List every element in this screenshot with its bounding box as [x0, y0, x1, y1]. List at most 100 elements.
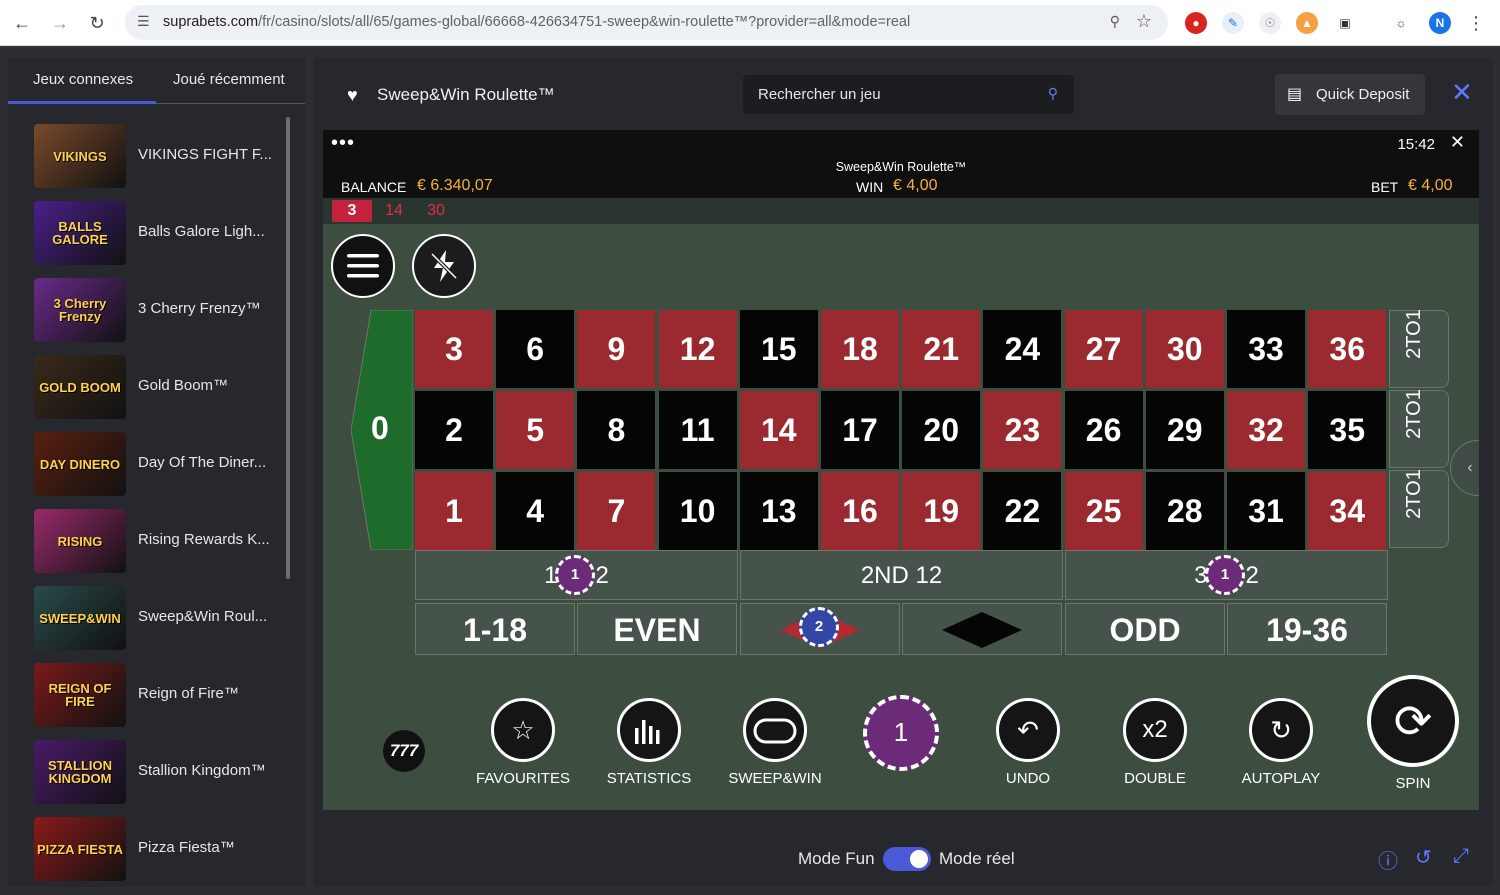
number-cell[interactable]: 8 [577, 391, 656, 469]
history-result: 14 [385, 202, 403, 219]
info-icon[interactable]: ⓘ [1378, 845, 1398, 874]
number-cell[interactable]: 14 [739, 391, 818, 469]
address-bar[interactable]: ☰ suprabets.com/fr/casino/slots/all/65/g… [125, 5, 1168, 40]
extension-shield-icon[interactable]: ☉ [1259, 12, 1281, 34]
game-list-item[interactable]: BALLS GALORE Balls Galore Ligh... [34, 201, 284, 265]
related-games-sidebar: Jeux connexes Joué récemment VIKINGS VIKI… [8, 57, 305, 887]
spin-button[interactable]: ⟳ SPIN [1353, 675, 1473, 792]
extension-fox-icon[interactable]: ▲ [1296, 12, 1318, 34]
sweep-win-button[interactable]: SWEEP&WIN [715, 698, 835, 798]
number-cell[interactable]: 31 [1227, 472, 1305, 550]
game-close-icon[interactable]: ✕ [1450, 132, 1465, 153]
game-list-item[interactable]: VIKINGS VIKINGS FIGHT F... [34, 124, 284, 188]
number-cell[interactable]: 30 [1145, 310, 1224, 388]
extension-translate-icon[interactable]: ✎ [1222, 12, 1244, 34]
chip-on-dozen-1[interactable]: 1 [555, 555, 595, 595]
number-cell[interactable]: 15 [739, 310, 818, 388]
number-cell[interactable]: 29 [1145, 391, 1224, 469]
column-bet-bottom[interactable]: 2TO1 [1389, 469, 1449, 548]
autoplay-button[interactable]: ↻ AUTOPLAY [1221, 698, 1341, 798]
quick-deposit-button[interactable]: ▤ Quick Deposit [1275, 74, 1425, 115]
bet-black[interactable] [902, 603, 1062, 655]
chip-on-red[interactable]: 2 [799, 607, 839, 647]
number-cell[interactable]: 34 [1308, 472, 1387, 550]
rotate-icon[interactable]: ↺ [1415, 845, 1432, 870]
game-list-item[interactable]: STALLION KINGDOM Stallion Kingdom™ [34, 740, 284, 804]
number-cell[interactable]: 6 [496, 310, 575, 388]
number-cell[interactable]: 17 [821, 391, 899, 469]
chip-on-dozen-3[interactable]: 1 [1205, 555, 1245, 595]
number-cell[interactable]: 11 [658, 391, 737, 469]
fullscreen-icon[interactable]: ⤢ [1453, 845, 1469, 868]
mode-fun-label[interactable]: Mode Fun [798, 849, 875, 869]
undo-button[interactable]: ↶ UNDO [968, 698, 1088, 798]
number-cell[interactable]: 1 [415, 472, 493, 550]
favourite-heart-icon[interactable]: ♥ [347, 85, 358, 106]
number-cell[interactable]: 24 [983, 310, 1062, 388]
close-game-icon[interactable]: ✕ [1451, 79, 1473, 105]
number-cell[interactable]: 27 [1064, 310, 1143, 388]
number-cell[interactable]: 21 [902, 310, 981, 388]
extension-red-icon[interactable]: ● [1185, 12, 1207, 34]
mode-toggle[interactable] [883, 847, 931, 871]
game-list-item[interactable]: 3 Cherry Frenzy 3 Cherry Frenzy™ [34, 278, 284, 342]
number-cell[interactable]: 35 [1308, 391, 1387, 469]
site-info-icon[interactable]: ☰ [137, 13, 150, 30]
number-cell[interactable]: 12 [658, 310, 737, 388]
bet-even[interactable]: EVEN [577, 603, 737, 655]
number-cell[interactable]: 10 [658, 472, 737, 550]
statistics-button[interactable]: STATISTICS [589, 698, 709, 798]
key-icon[interactable]: ⚲ [1110, 13, 1120, 30]
url-text[interactable]: suprabets.com/fr/casino/slots/all/65/gam… [163, 14, 910, 30]
extension-spiral-icon[interactable]: ☼ [1390, 12, 1412, 34]
number-cell[interactable]: 28 [1145, 472, 1224, 550]
number-cell[interactable]: 19 [902, 472, 981, 550]
number-cell[interactable]: 25 [1064, 472, 1143, 550]
double-button[interactable]: x2 DOUBLE [1095, 698, 1215, 798]
reload-icon[interactable]: ↻ [84, 10, 110, 36]
number-cell[interactable]: 2 [415, 391, 493, 469]
number-cell[interactable]: 33 [1227, 310, 1305, 388]
bet-19-36[interactable]: 19-36 [1227, 603, 1387, 655]
favourites-button[interactable]: ☆ FAVOURITES [463, 698, 583, 798]
turbo-button[interactable] [412, 234, 476, 298]
tab-related-games[interactable]: Jeux connexes [33, 71, 133, 88]
selected-chip[interactable]: 1 [863, 695, 939, 771]
number-cell[interactable]: 13 [739, 472, 818, 550]
number-cell[interactable]: 32 [1227, 391, 1305, 469]
forward-icon[interactable]: → [47, 10, 73, 36]
number-cell[interactable]: 20 [902, 391, 981, 469]
hamburger-menu-button[interactable] [331, 234, 395, 298]
bet-1-18[interactable]: 1-18 [415, 603, 575, 655]
mode-real-label[interactable]: Mode réel [939, 849, 1015, 869]
back-icon[interactable]: ← [9, 10, 35, 36]
game-list-item[interactable]: REIGN OF FIRE Reign of Fire™ [34, 663, 284, 727]
game-list-item[interactable]: PIZZA FIESTA Pizza Fiesta™ [34, 817, 284, 881]
extensions-puzzle-icon[interactable]: ▣ [1334, 12, 1356, 34]
game-list-item[interactable]: GOLD BOOM Gold Boom™ [34, 355, 284, 419]
number-cell[interactable]: 16 [821, 472, 899, 550]
browser-menu-icon[interactable]: ⋮ [1463, 10, 1489, 36]
number-cell[interactable]: 18 [821, 310, 899, 388]
sidebar-scrollbar[interactable] [286, 117, 290, 579]
number-cell[interactable]: 3 [415, 310, 493, 388]
game-menu-dots-icon[interactable]: ••• [331, 132, 355, 155]
number-cell[interactable]: 36 [1308, 310, 1387, 388]
number-cell[interactable]: 9 [577, 310, 656, 388]
number-cell[interactable]: 5 [496, 391, 575, 469]
search-input[interactable]: Rechercher un jeu ⚲ [743, 75, 1074, 114]
number-cell[interactable]: 26 [1064, 391, 1143, 469]
search-icon[interactable]: ⚲ [1048, 85, 1058, 102]
profile-avatar[interactable]: N [1429, 12, 1451, 34]
number-cell[interactable]: 7 [577, 472, 656, 550]
number-cell[interactable]: 23 [983, 391, 1062, 469]
game-list-item[interactable]: SWEEP&WIN Sweep&Win Roul... [34, 586, 284, 650]
game-list-item[interactable]: RISING Rising Rewards K... [34, 509, 284, 573]
tab-recently-played[interactable]: Joué récemment [173, 71, 285, 88]
number-cell[interactable]: 22 [983, 472, 1062, 550]
bookmark-star-icon[interactable]: ☆ [1136, 11, 1152, 32]
dozen-2-bet[interactable]: 2ND 12 [740, 550, 1063, 600]
bet-odd[interactable]: ODD [1065, 603, 1225, 655]
game-list-item[interactable]: DAY DINERO Day Of The Diner... [34, 432, 284, 496]
number-cell[interactable]: 4 [496, 472, 575, 550]
